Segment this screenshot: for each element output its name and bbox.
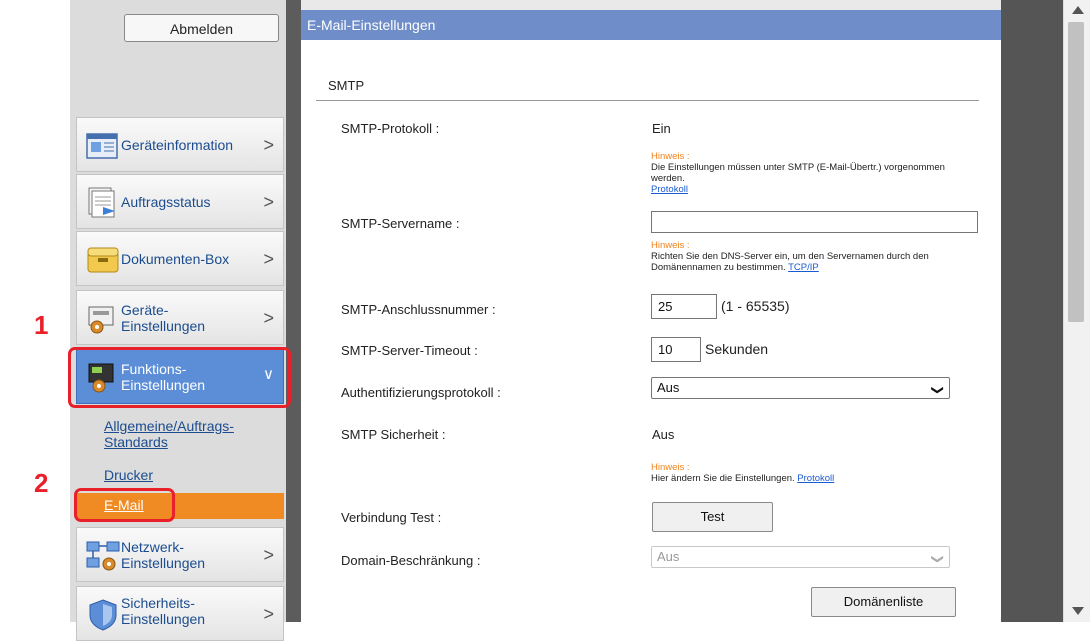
network-settings-icon: [86, 541, 120, 571]
smtp-timeout-label: SMTP-Server-Timeout :: [341, 343, 478, 358]
scroll-down-arrow-icon[interactable]: [1072, 607, 1084, 615]
domain-restriction-value: Aus: [657, 549, 680, 564]
protocol-link[interactable]: Protokoll: [651, 184, 688, 195]
subitem-general-job-defaults[interactable]: Allgemeine/Auftrags- Standards: [104, 418, 234, 450]
nav-label: Sicherheits- Einstellungen: [121, 595, 206, 627]
nav-item-job-status[interactable]: Auftragsstatus >: [76, 174, 284, 229]
test-button[interactable]: Test: [652, 502, 773, 532]
nav-item-device-info[interactable]: Geräteinformation >: [76, 117, 284, 172]
chevron-right-icon: >: [263, 135, 274, 155]
smtp-port-input[interactable]: 25: [651, 294, 717, 319]
chevron-right-icon: >: [263, 545, 274, 565]
step2-highlight: [74, 488, 175, 522]
hint-security: Hinweis : Hier ändern Sie die Einstellun…: [651, 462, 981, 484]
smtp-protocol-label: SMTP-Protokoll :: [341, 121, 440, 136]
hint-servername: Hinweis : Richten Sie den DNS-Server ein…: [651, 240, 986, 273]
page-title: E-Mail-Einstellungen: [301, 10, 1001, 40]
protocol-link-2[interactable]: Protokoll: [797, 473, 834, 484]
hint-text: Die Einstellungen müssen unter SMTP (E-M…: [651, 162, 945, 184]
smtp-port-label: SMTP-Anschlussnummer :: [341, 302, 496, 317]
smtp-port-range: (1 - 65535): [721, 298, 790, 314]
auth-protocol-value: Aus: [657, 380, 680, 395]
section-title: SMTP: [328, 78, 365, 93]
shield-icon: [89, 599, 117, 631]
nav-label: Geräte- Einstellungen: [121, 301, 206, 334]
divider: [316, 100, 979, 101]
chevron-right-icon: >: [263, 308, 274, 328]
vertical-scrollbar[interactable]: [1063, 0, 1090, 622]
nav-item-document-box[interactable]: Dokumenten-Box >: [76, 231, 284, 286]
auth-protocol-label: Authentifizierungsprotokoll :: [341, 385, 501, 400]
document-box-icon: [87, 247, 119, 273]
device-info-icon: [86, 133, 118, 159]
nav-label: Netzwerk- Einstellungen: [121, 538, 206, 571]
smtp-timeout-unit: Sekunden: [705, 341, 769, 357]
smtp-security-label: SMTP Sicherheit :: [341, 427, 446, 442]
smtp-timeout-input[interactable]: 10: [651, 337, 701, 362]
smtp-security-value: Aus: [652, 427, 675, 442]
domain-restriction-label: Domain-Beschränkung :: [341, 553, 481, 568]
chevron-right-icon: >: [263, 192, 274, 212]
nav-label: Geräteinformation: [121, 136, 234, 153]
chevron-right-icon: >: [263, 604, 274, 624]
hint-text: Hier ändern Sie die Einstellungen.: [651, 473, 795, 484]
hint-title: Hinweis :: [651, 151, 690, 162]
step2-number: 2: [34, 468, 49, 498]
tcpip-link[interactable]: TCP/IP: [788, 262, 819, 273]
subitem-printer[interactable]: Drucker: [104, 467, 153, 483]
nav-item-security-settings[interactable]: Sicherheits- Einstellungen >: [76, 586, 284, 641]
chevron-down-icon: ❯: [930, 553, 945, 565]
device-settings-icon: [88, 306, 114, 334]
scroll-thumb[interactable]: [1068, 22, 1084, 322]
scroll-up-arrow-icon[interactable]: [1072, 6, 1084, 14]
nav-label: Dokumenten-Box: [121, 250, 230, 267]
smtp-protocol-value: Ein: [652, 121, 671, 136]
chevron-right-icon: >: [263, 249, 274, 269]
domain-restriction-select[interactable]: Aus ❯: [651, 546, 950, 568]
hint-smtp-protocol: Hinweis : Die Einstellungen müssen unter…: [651, 151, 971, 195]
step1-number: 1: [34, 310, 49, 340]
nav-label: Auftragsstatus: [121, 193, 211, 210]
right-margin: [1001, 0, 1063, 622]
logout-button[interactable]: Abmelden: [124, 14, 279, 42]
connection-test-label: Verbindung Test :: [341, 510, 442, 525]
auth-protocol-select[interactable]: Aus ❯: [651, 377, 950, 399]
step1-highlight: [68, 347, 291, 408]
hint-title: Hinweis :: [651, 462, 690, 473]
domain-list-button[interactable]: Domänenliste: [811, 587, 956, 617]
nav-item-network-settings[interactable]: Netzwerk- Einstellungen >: [76, 527, 284, 582]
job-status-icon: [88, 187, 115, 218]
chevron-down-icon: ❯: [930, 384, 945, 396]
nav-item-device-settings[interactable]: Geräte- Einstellungen >: [76, 290, 284, 345]
divider: [286, 0, 301, 622]
smtp-servername-input[interactable]: [651, 211, 978, 233]
hint-title: Hinweis :: [651, 240, 690, 251]
smtp-servername-label: SMTP-Servername :: [341, 216, 460, 231]
